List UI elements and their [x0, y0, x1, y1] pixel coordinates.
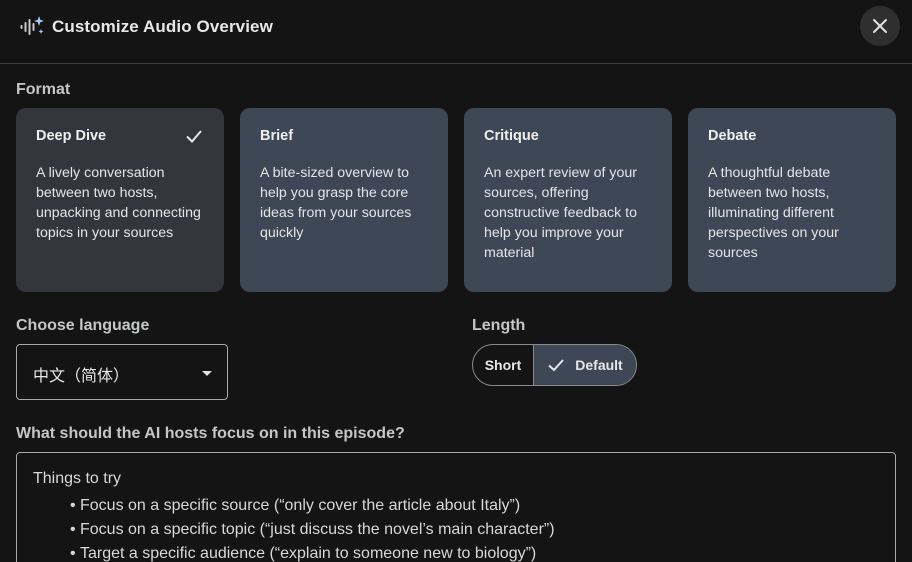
list-item: • Focus on a specific source (“only cover… [70, 497, 521, 514]
customize-audio-dialog: Customize Audio Overview Format Deep Div… [0, 0, 912, 562]
dialog-title: Customize Audio Overview [52, 17, 273, 36]
format-card-description: A thoughtful debate between two hosts, i… [708, 165, 839, 261]
dropdown-arrow-icon [202, 371, 212, 376]
format-card-title: Critique [484, 128, 539, 144]
format-card-description: A bite-sized overview to help you grasp … [260, 165, 412, 241]
focus-label: What should the AI hosts focus on in thi… [16, 425, 405, 442]
language-label: Choose language [16, 317, 150, 334]
format-card-brief[interactable]: Brief A bite-sized overview to help you … [240, 108, 448, 292]
format-card-title: Brief [260, 128, 294, 144]
format-card-title: Deep Dive [36, 128, 107, 144]
focus-placeholder-list: • Focus on a specific source (“only cover… [70, 494, 555, 562]
format-card-deep-dive[interactable]: Deep Dive A lively conversation between … [16, 108, 224, 292]
focus-placeholder-heading: Things to try [33, 470, 122, 487]
length-default-button[interactable]: Default [534, 345, 636, 385]
checkmark-icon [186, 130, 202, 143]
language-select[interactable]: 中文（简体） [16, 344, 228, 400]
format-label: Format [16, 81, 71, 98]
list-item: • Focus on a specific topic (“just discus… [70, 521, 555, 538]
format-card-debate[interactable]: Debate A thoughtful debate between two h… [688, 108, 896, 292]
dialog-header: Customize Audio Overview [0, 0, 912, 64]
format-card-description: An expert review of your sources, offeri… [484, 165, 637, 261]
list-item: • Target a specific audience (“explain to… [70, 545, 537, 562]
length-short-button[interactable]: Short [473, 345, 534, 385]
close-icon [873, 19, 887, 33]
length-default-label: Default [575, 357, 623, 373]
length-label: Length [472, 317, 526, 334]
checkmark-icon [548, 359, 565, 372]
format-options: Deep Dive A lively conversation between … [16, 108, 896, 292]
focus-textarea[interactable]: Things to try • Focus on a specific sourc… [16, 452, 896, 562]
format-card-description: A lively conversation between two hosts,… [36, 165, 201, 241]
format-card-critique[interactable]: Critique An expert review of your source… [464, 108, 672, 292]
length-toggle-group: Short Default [472, 344, 637, 386]
length-short-label: Short [484, 357, 522, 373]
format-card-title: Debate [708, 128, 757, 144]
language-selected-value: 中文（简体） [33, 368, 130, 385]
audio-sparkle-icon [20, 16, 44, 35]
close-button[interactable] [860, 6, 900, 46]
